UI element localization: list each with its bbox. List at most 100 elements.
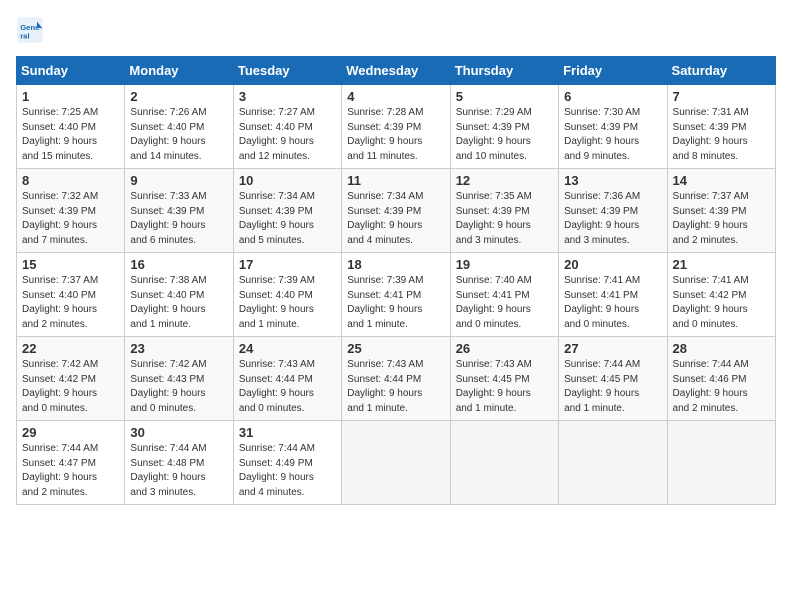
day-info: Sunrise: 7:34 AMSunset: 4:39 PMDaylight:… [239, 190, 336, 248]
day-info: Sunrise: 7:28 AMSunset: 4:39 PMDaylight:… [347, 106, 444, 164]
day-info: Sunrise: 7:43 AMSunset: 4:44 PMDaylight:… [239, 358, 336, 416]
calendar-cell: 2 Sunrise: 7:26 AMSunset: 4:40 PMDaylight… [125, 85, 233, 169]
calendar-cell [559, 421, 667, 505]
day-info: Sunrise: 7:26 AMSunset: 4:40 PMDaylight:… [130, 106, 227, 164]
day-info: Sunrise: 7:37 AMSunset: 4:39 PMDaylight:… [673, 190, 770, 248]
day-info: Sunrise: 7:43 AMSunset: 4:45 PMDaylight:… [456, 358, 553, 416]
calendar-cell: 6 Sunrise: 7:30 AMSunset: 4:39 PMDaylight… [559, 85, 667, 169]
calendar-cell: 15 Sunrise: 7:37 AMSunset: 4:40 PMDayligh… [17, 253, 125, 337]
calendar-cell: 17Sunrise: 7:39 AMSunset: 4:40 PMDayligh… [233, 253, 341, 337]
col-header-saturday: Saturday [667, 57, 775, 85]
day-number: 18 [347, 257, 444, 272]
calendar-cell: 5Sunrise: 7:29 AMSunset: 4:39 PMDaylight… [450, 85, 558, 169]
day-info: Sunrise: 7:39 AMSunset: 4:41 PMDaylight:… [347, 274, 444, 332]
calendar-cell: 27 Sunrise: 7:44 AMSunset: 4:45 PMDayligh… [559, 337, 667, 421]
calendar-table: SundayMondayTuesdayWednesdayThursdayFrid… [16, 56, 776, 505]
col-header-thursday: Thursday [450, 57, 558, 85]
calendar-cell: 13 Sunrise: 7:36 AMSunset: 4:39 PMDayligh… [559, 169, 667, 253]
col-header-sunday: Sunday [17, 57, 125, 85]
calendar-cell: 19Sunrise: 7:40 AMSunset: 4:41 PMDayligh… [450, 253, 558, 337]
day-info: Sunrise: 7:42 AMSunset: 4:42 PMDaylight:… [22, 358, 119, 416]
col-header-wednesday: Wednesday [342, 57, 450, 85]
calendar-cell: 3 Sunrise: 7:27 AMSunset: 4:40 PMDaylight… [233, 85, 341, 169]
calendar-week-1: 1 Sunrise: 7:25 AMSunset: 4:40 PMDaylight… [17, 85, 776, 169]
calendar-cell: 23 Sunrise: 7:42 AMSunset: 4:43 PMDayligh… [125, 337, 233, 421]
day-number: 19 [456, 257, 553, 272]
calendar-cell: 30 Sunrise: 7:44 AMSunset: 4:48 PMDayligh… [125, 421, 233, 505]
calendar-cell [667, 421, 775, 505]
day-info: Sunrise: 7:25 AMSunset: 4:40 PMDaylight:… [22, 106, 119, 164]
day-number: 4 [347, 89, 444, 104]
day-number: 9 [130, 173, 227, 188]
calendar-week-2: 8 Sunrise: 7:32 AMSunset: 4:39 PMDaylight… [17, 169, 776, 253]
calendar-cell: 12 Sunrise: 7:35 AMSunset: 4:39 PMDayligh… [450, 169, 558, 253]
day-info: Sunrise: 7:44 AMSunset: 4:45 PMDaylight:… [564, 358, 661, 416]
calendar-cell [450, 421, 558, 505]
day-number: 16 [130, 257, 227, 272]
day-number: 10 [239, 173, 336, 188]
day-number: 13 [564, 173, 661, 188]
day-number: 21 [673, 257, 770, 272]
day-info: Sunrise: 7:43 AMSunset: 4:44 PMDaylight:… [347, 358, 444, 416]
day-info: Sunrise: 7:36 AMSunset: 4:39 PMDaylight:… [564, 190, 661, 248]
day-number: 11 [347, 173, 444, 188]
day-number: 22 [22, 341, 119, 356]
day-number: 14 [673, 173, 770, 188]
calendar-week-5: 29 Sunrise: 7:44 AMSunset: 4:47 PMDayligh… [17, 421, 776, 505]
day-number: 30 [130, 425, 227, 440]
logo-icon: Gene ral [16, 16, 44, 44]
svg-text:ral: ral [20, 31, 29, 40]
day-number: 12 [456, 173, 553, 188]
calendar-cell: 9 Sunrise: 7:33 AMSunset: 4:39 PMDaylight… [125, 169, 233, 253]
calendar-cell: 18 Sunrise: 7:39 AMSunset: 4:41 PMDayligh… [342, 253, 450, 337]
day-number: 23 [130, 341, 227, 356]
calendar-cell: 14 Sunrise: 7:37 AMSunset: 4:39 PMDayligh… [667, 169, 775, 253]
col-header-monday: Monday [125, 57, 233, 85]
calendar-cell: 10 Sunrise: 7:34 AMSunset: 4:39 PMDayligh… [233, 169, 341, 253]
calendar-cell: 26 Sunrise: 7:43 AMSunset: 4:45 PMDayligh… [450, 337, 558, 421]
calendar-cell [342, 421, 450, 505]
day-info: Sunrise: 7:41 AMSunset: 4:41 PMDaylight:… [564, 274, 661, 332]
calendar-header-row: SundayMondayTuesdayWednesdayThursdayFrid… [17, 57, 776, 85]
day-info: Sunrise: 7:33 AMSunset: 4:39 PMDaylight:… [130, 190, 227, 248]
calendar-cell: 7 Sunrise: 7:31 AMSunset: 4:39 PMDaylight… [667, 85, 775, 169]
day-info: Sunrise: 7:44 AMSunset: 4:47 PMDaylight:… [22, 442, 119, 500]
day-info: Sunrise: 7:27 AMSunset: 4:40 PMDaylight:… [239, 106, 336, 164]
calendar-cell: 25 Sunrise: 7:43 AMSunset: 4:44 PMDayligh… [342, 337, 450, 421]
calendar-cell: 24Sunrise: 7:43 AMSunset: 4:44 PMDayligh… [233, 337, 341, 421]
day-info: Sunrise: 7:38 AMSunset: 4:40 PMDaylight:… [130, 274, 227, 332]
calendar-cell: 31Sunrise: 7:44 AMSunset: 4:49 PMDayligh… [233, 421, 341, 505]
day-info: Sunrise: 7:35 AMSunset: 4:39 PMDaylight:… [456, 190, 553, 248]
day-info: Sunrise: 7:44 AMSunset: 4:48 PMDaylight:… [130, 442, 227, 500]
day-info: Sunrise: 7:31 AMSunset: 4:39 PMDaylight:… [673, 106, 770, 164]
day-number: 26 [456, 341, 553, 356]
day-info: Sunrise: 7:32 AMSunset: 4:39 PMDaylight:… [22, 190, 119, 248]
day-number: 29 [22, 425, 119, 440]
calendar-cell: 16 Sunrise: 7:38 AMSunset: 4:40 PMDayligh… [125, 253, 233, 337]
day-number: 15 [22, 257, 119, 272]
calendar-week-3: 15 Sunrise: 7:37 AMSunset: 4:40 PMDayligh… [17, 253, 776, 337]
day-info: Sunrise: 7:29 AMSunset: 4:39 PMDaylight:… [456, 106, 553, 164]
calendar-cell: 21 Sunrise: 7:41 AMSunset: 4:42 PMDayligh… [667, 253, 775, 337]
day-info: Sunrise: 7:44 AMSunset: 4:46 PMDaylight:… [673, 358, 770, 416]
day-number: 27 [564, 341, 661, 356]
day-number: 1 [22, 89, 119, 104]
day-info: Sunrise: 7:34 AMSunset: 4:39 PMDaylight:… [347, 190, 444, 248]
day-number: 25 [347, 341, 444, 356]
day-info: Sunrise: 7:37 AMSunset: 4:40 PMDaylight:… [22, 274, 119, 332]
calendar-cell: 8 Sunrise: 7:32 AMSunset: 4:39 PMDaylight… [17, 169, 125, 253]
day-info: Sunrise: 7:42 AMSunset: 4:43 PMDaylight:… [130, 358, 227, 416]
calendar-cell: 29 Sunrise: 7:44 AMSunset: 4:47 PMDayligh… [17, 421, 125, 505]
day-number: 2 [130, 89, 227, 104]
day-number: 7 [673, 89, 770, 104]
day-number: 3 [239, 89, 336, 104]
calendar-cell: 11 Sunrise: 7:34 AMSunset: 4:39 PMDayligh… [342, 169, 450, 253]
day-info: Sunrise: 7:30 AMSunset: 4:39 PMDaylight:… [564, 106, 661, 164]
calendar-cell: 28Sunrise: 7:44 AMSunset: 4:46 PMDayligh… [667, 337, 775, 421]
day-number: 20 [564, 257, 661, 272]
day-number: 6 [564, 89, 661, 104]
day-info: Sunrise: 7:41 AMSunset: 4:42 PMDaylight:… [673, 274, 770, 332]
day-number: 8 [22, 173, 119, 188]
day-info: Sunrise: 7:44 AMSunset: 4:49 PMDaylight:… [239, 442, 336, 500]
calendar-cell: 1 Sunrise: 7:25 AMSunset: 4:40 PMDaylight… [17, 85, 125, 169]
